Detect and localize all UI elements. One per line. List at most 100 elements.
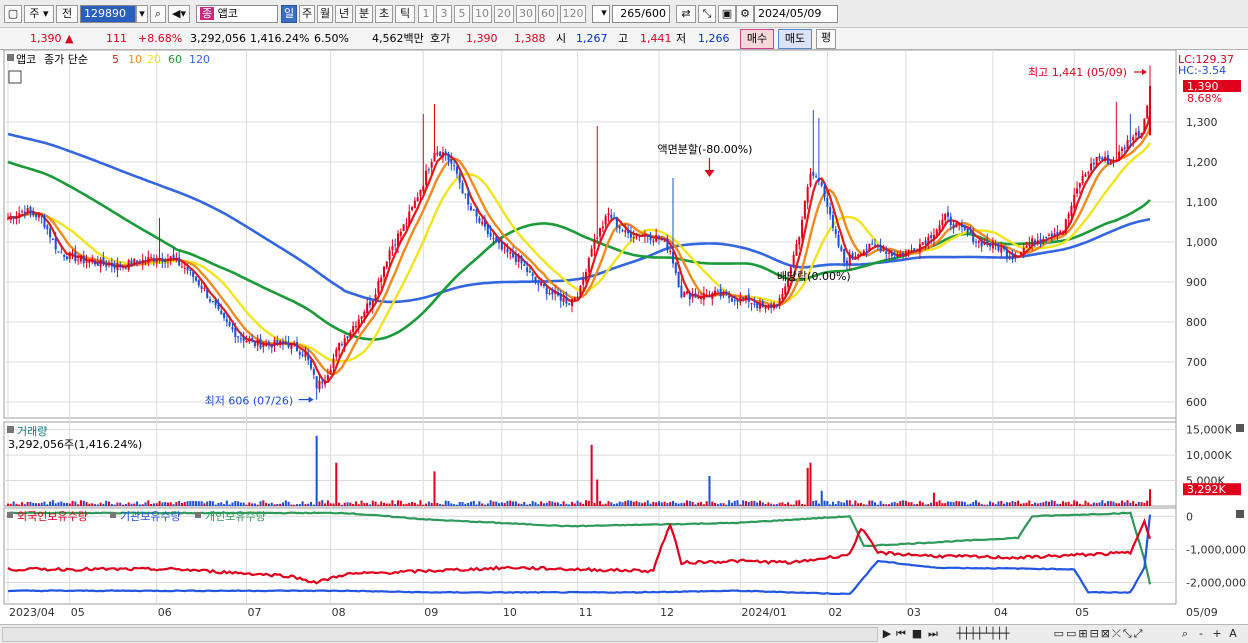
holdings-tick-label: 0 <box>1186 510 1193 523</box>
skip-back-icon[interactable]: ⏮ <box>894 627 908 642</box>
candle-body <box>279 340 282 345</box>
compare-icon[interactable]: ⇄ <box>676 5 696 23</box>
date-field[interactable]: 2024/05/09 <box>754 5 838 23</box>
candle-body <box>879 245 882 252</box>
holdings-tick-label: -1,000,000 <box>1186 543 1246 556</box>
volume-bar <box>1143 502 1146 506</box>
period-tick-button[interactable]: 틱 <box>395 5 415 23</box>
candle-body <box>1078 183 1081 188</box>
chevron-down-icon[interactable]: ▾ <box>136 5 148 23</box>
candle-body <box>910 250 913 252</box>
window-icon[interactable]: ▢ <box>4 5 22 23</box>
volume-bar <box>666 503 669 506</box>
volume-bar <box>169 502 172 506</box>
drawing-tools-icon[interactable]: ▭▭⊞⊟⊠⤫⤡⤢ <box>1024 627 1174 642</box>
last-change-label: 8.68% <box>1187 92 1222 105</box>
candle-body <box>1070 205 1073 216</box>
gear-icon[interactable]: ⚙ <box>736 5 754 23</box>
volume-bar <box>183 502 186 506</box>
draw-tool-icon[interactable]: ⤡ <box>698 5 716 23</box>
candle-body <box>930 235 933 239</box>
volume-bar <box>105 500 108 506</box>
x-tick-label: 07 <box>248 606 262 619</box>
period-week-button[interactable]: 주 <box>299 5 315 23</box>
volume-bar <box>823 500 826 506</box>
sell-button[interactable]: 매도 <box>778 29 812 49</box>
data-count-field[interactable]: 265/600 <box>612 5 670 23</box>
volume-bar <box>902 500 905 506</box>
candle-body <box>944 213 947 221</box>
interval-button-5[interactable]: 5 <box>454 5 470 23</box>
period-day-button[interactable]: 일 <box>281 5 297 23</box>
volume-bar <box>242 502 245 506</box>
candle-body <box>1042 238 1045 241</box>
candle-body <box>949 216 952 225</box>
volume-bar <box>621 502 624 506</box>
speaker-icon[interactable]: ◀▾ <box>168 5 190 23</box>
interval-button-10[interactable]: 10 <box>472 5 492 23</box>
play-icon[interactable]: ▶ <box>880 627 894 642</box>
volume-bar <box>944 503 947 506</box>
search-icon[interactable]: ⌕ <box>150 5 166 23</box>
stock-name-field[interactable]: 종 앱코 <box>196 5 278 23</box>
chevron-down-icon[interactable]: ▾ <box>598 5 610 23</box>
skip-forward-icon[interactable]: ⏭ <box>926 627 940 642</box>
candle-body <box>1000 247 1003 253</box>
interval-button-1[interactable]: 1 <box>418 5 434 23</box>
x-tick-label: 03 <box>907 606 921 619</box>
stock-name: 앱코 <box>217 7 238 20</box>
save-icon[interactable]: ▣ <box>718 5 736 23</box>
market-select[interactable]: 주 ▾ <box>24 5 54 23</box>
candle-body <box>329 369 332 375</box>
period-month-button[interactable]: 월 <box>317 5 333 23</box>
candle-body <box>453 165 456 167</box>
font-size-button[interactable]: A <box>1226 627 1240 642</box>
candle-body <box>523 264 526 266</box>
candle-body <box>688 292 691 300</box>
candle-body <box>475 209 478 217</box>
period-year-button[interactable]: 년 <box>335 5 353 23</box>
candle-body <box>795 244 798 256</box>
candle-body <box>663 240 666 242</box>
candle-body <box>660 238 663 241</box>
volume-bar <box>220 502 223 506</box>
interval-button-120[interactable]: 120 <box>560 5 586 23</box>
candle-body <box>599 227 602 237</box>
period-minute-button[interactable]: 분 <box>355 5 373 23</box>
chart-scrollbar[interactable] <box>2 627 878 642</box>
zoom-icon[interactable]: ⌕ <box>1178 627 1192 642</box>
stop-icon[interactable]: ■ <box>910 627 924 642</box>
prev-button[interactable]: 전 <box>56 5 78 23</box>
interval-button-20[interactable]: 20 <box>494 5 514 23</box>
buy-button[interactable]: 매수 <box>740 29 774 49</box>
candle-body <box>388 250 391 260</box>
volume-bar <box>941 503 944 506</box>
candle-body <box>472 209 475 211</box>
zoom-slider[interactable]: ┼┼┼┼┴┼┼┼ <box>948 627 1018 642</box>
zoom-out-button[interactable]: - <box>1194 627 1208 642</box>
candle-body <box>582 278 585 285</box>
interval-button-3[interactable]: 3 <box>436 5 452 23</box>
candle-body <box>579 285 582 298</box>
volume-bar <box>983 504 986 506</box>
volume-bar <box>119 502 122 506</box>
volume-bar <box>579 502 582 506</box>
stock-code-input[interactable]: 129890 <box>80 5 136 23</box>
volume-bar <box>413 502 416 506</box>
volume-bar <box>40 502 43 506</box>
interval-button-30[interactable]: 30 <box>516 5 536 23</box>
candle-body <box>178 257 181 266</box>
volume-bar <box>963 501 966 506</box>
interval-button-60[interactable]: 60 <box>538 5 558 23</box>
period-second-button[interactable]: 초 <box>375 5 393 23</box>
candle-body <box>1050 233 1053 237</box>
candle-body <box>1039 239 1042 242</box>
candle-body <box>51 238 54 240</box>
eval-button[interactable]: 평 <box>816 29 836 49</box>
candle-body <box>1146 105 1149 119</box>
candle-body <box>635 234 638 236</box>
legend-marker-icon <box>195 512 201 518</box>
volume-bar <box>324 503 327 506</box>
candle-body <box>124 267 127 269</box>
zoom-in-button[interactable]: + <box>1210 627 1224 642</box>
